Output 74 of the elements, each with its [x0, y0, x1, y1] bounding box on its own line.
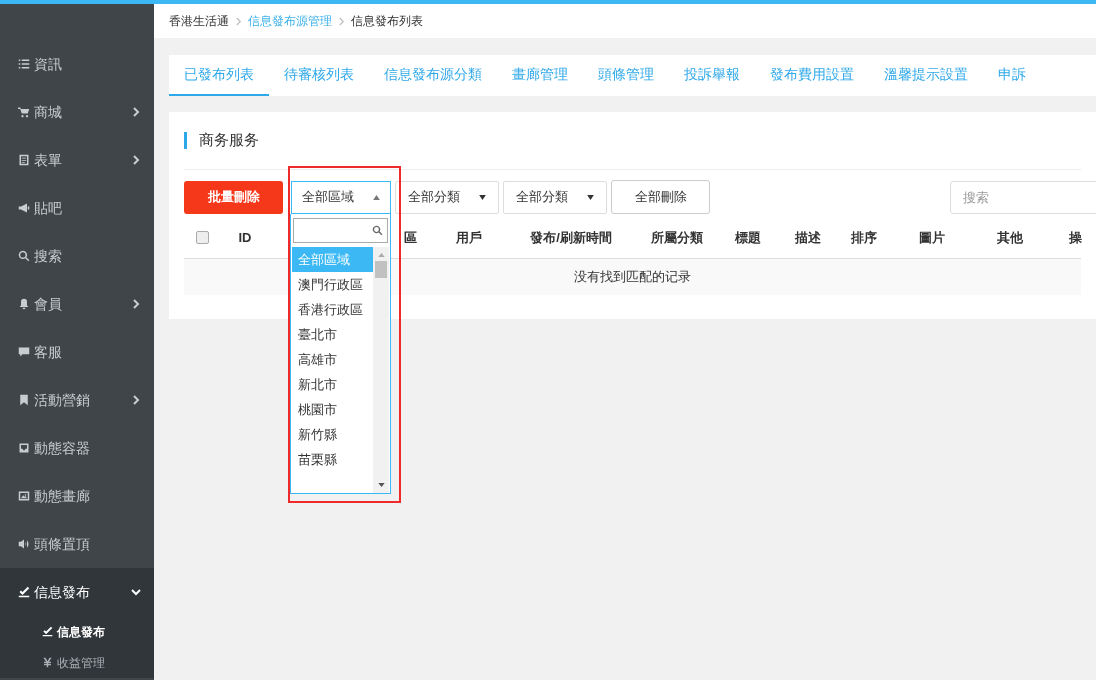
dropdown-option[interactable]: 新北市: [292, 372, 373, 397]
dropdown-search-field[interactable]: [293, 218, 388, 243]
column-header: 描述: [795, 228, 821, 247]
column-header: 區: [404, 228, 417, 247]
column-header: 操: [1068, 228, 1082, 247]
inbox-icon: [18, 442, 30, 454]
scroll-up-icon: [377, 253, 385, 257]
search-icon: [18, 250, 30, 262]
column-header: ID: [238, 228, 252, 247]
column-header: 排序: [851, 228, 877, 247]
sidebar-item[interactable]: 商城: [0, 88, 154, 136]
sidebar-item[interactable]: 頭條置頂: [0, 520, 154, 568]
sidebar-subitem[interactable]: 信息發布: [0, 616, 154, 647]
dropdown-option[interactable]: 臺北市: [292, 322, 373, 347]
panel-title: 商务服务: [199, 130, 259, 151]
chat-icon: [18, 346, 30, 358]
breadcrumb-item: 香港生活通: [169, 13, 229, 30]
sidebar-item[interactable]: 動態容器: [0, 424, 154, 472]
caret-up-icon: [373, 194, 380, 200]
sidebar-subitem[interactable]: 收益管理: [0, 647, 154, 678]
sidebar-item[interactable]: 動態畫廊: [0, 472, 154, 520]
edit-icon: [42, 626, 53, 637]
delete-all-button[interactable]: 全部刪除: [611, 180, 710, 214]
bookmark-icon: [18, 394, 30, 406]
column-header: 圖片: [919, 228, 945, 247]
sidebar-item[interactable]: 會員: [0, 280, 154, 328]
caret-down-icon: [587, 194, 594, 200]
dropdown-option[interactable]: 香港行政區: [292, 297, 373, 322]
yen-icon: [42, 657, 53, 668]
chevron-down-icon: [130, 586, 142, 598]
column-header: 標題: [735, 228, 761, 247]
category-select[interactable]: 全部分類: [503, 180, 607, 214]
batch-delete-button[interactable]: 批量刪除: [184, 180, 283, 214]
chevron-right-icon: [130, 154, 142, 166]
select-all-checkbox[interactable]: [195, 231, 209, 244]
megaphone-icon: [18, 202, 30, 214]
sidebar-item[interactable]: 表單: [0, 136, 154, 184]
sidebar-item[interactable]: 搜索: [0, 232, 154, 280]
chevron-right-icon: [130, 106, 142, 118]
dropdown-option[interactable]: 澳門行政區: [292, 272, 373, 297]
scroll-down-icon: [377, 483, 385, 487]
sidebar-item[interactable]: 信息發布: [0, 568, 154, 616]
region-select[interactable]: 全部區域: [291, 180, 391, 214]
column-header: 其他: [997, 228, 1023, 247]
dropdown-option[interactable]: 苗栗縣: [292, 447, 373, 472]
search-field[interactable]: 搜索: [950, 180, 1096, 214]
sidebar-item[interactable]: 資訊: [0, 40, 154, 88]
edit-icon: [18, 586, 30, 598]
sidebar-item[interactable]: 活動營銷: [0, 376, 154, 424]
caret-down-icon: [479, 194, 486, 200]
sidebar-item[interactable]: 貼吧: [0, 184, 154, 232]
search-icon: [372, 225, 383, 236]
dropdown-option[interactable]: 桃園市: [292, 397, 373, 422]
column-header: 用戶: [456, 228, 482, 247]
chevron-right-icon: [235, 16, 242, 26]
speaker-icon: [18, 538, 30, 550]
cart-icon: [18, 106, 30, 118]
dropdown-option[interactable]: 高雄市: [292, 347, 373, 372]
chevron-right-icon: [130, 298, 142, 310]
scrollbar[interactable]: [373, 247, 389, 493]
empty-message: 没有找到匹配的记录: [574, 268, 691, 287]
breadcrumb-item: 信息發布列表: [351, 13, 423, 30]
sidebar-item[interactable]: 客服: [0, 328, 154, 376]
form-icon: [18, 154, 30, 166]
scrollbar-thumb[interactable]: [375, 261, 387, 278]
list-icon: [18, 58, 30, 70]
bell-icon: [18, 298, 30, 310]
image-icon: [18, 490, 30, 502]
column-header: 發布/刷新時間: [530, 228, 612, 247]
chevron-right-icon: [130, 394, 142, 406]
category-select[interactable]: 全部分類: [395, 180, 499, 214]
dropdown-option[interactable]: 新竹縣: [292, 422, 373, 447]
column-header: 所屬分類: [651, 228, 703, 247]
chevron-right-icon: [338, 16, 345, 26]
